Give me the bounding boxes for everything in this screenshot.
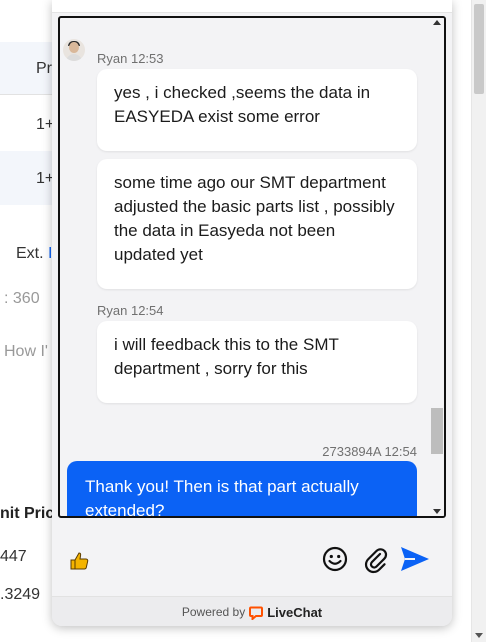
widget-top-bar [52,0,452,13]
message-meta: 2733894A 12:54 [322,444,417,459]
message-bubble-agent: i will feedback this to the SMT departme… [97,321,417,403]
message-scrollbar[interactable] [430,18,444,516]
emoji-icon[interactable] [322,546,348,572]
message-list[interactable]: Ryan 12:53 yes , i checked ,seems the da… [58,16,446,518]
scroll-down-arrow-icon[interactable] [433,509,441,514]
message-scroll-thumb[interactable] [431,408,443,454]
page-scrollbar[interactable] [471,0,486,642]
unit-price-1: 447 [0,548,27,565]
livechat-logo-icon [249,606,264,620]
send-icon[interactable] [399,545,431,573]
message-bubble-agent: yes , i checked ,seems the data in EASYE… [97,69,417,151]
unit-price-header: nit Pric [0,505,55,522]
livechat-widget: Ryan 12:53 yes , i checked ,seems the da… [52,0,452,626]
message-meta: Ryan 12:54 [97,303,164,318]
message-composer[interactable] [52,526,452,596]
scroll-up-arrow-icon[interactable] [433,20,441,25]
table-header-cell: Pr [36,60,52,77]
message-meta: Ryan 12:53 [97,51,164,66]
unit-price-2: .3249 [0,586,41,603]
livechat-brand: LiveChat [267,604,323,620]
page-scroll-thumb[interactable] [474,4,484,94]
paperclip-icon[interactable] [362,546,390,574]
count-text: : 360 [4,290,40,307]
powered-by-text: Powered by [181,605,246,619]
ext-label: Ext. [16,245,44,262]
message-bubble-customer: Thank you! Then is that part actually ex… [67,461,417,516]
scroll-down-arrow-icon[interactable] [475,633,483,638]
thumbs-up-icon[interactable] [68,550,90,572]
powered-by-footer[interactable]: Powered by LiveChat [52,596,452,626]
message-bubble-agent: some time ago our SMT department adjuste… [97,159,417,289]
agent-avatar [63,39,85,61]
how-text[interactable]: How I' [4,343,48,361]
divider [0,94,60,95]
